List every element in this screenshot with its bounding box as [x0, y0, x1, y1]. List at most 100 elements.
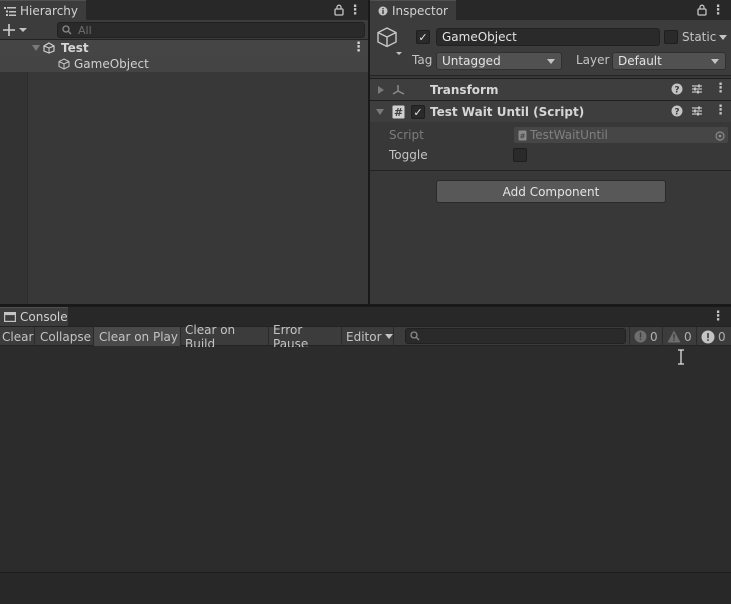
inspector-lock-icon[interactable] — [696, 3, 708, 17]
warning-count: 0 — [684, 329, 692, 344]
component-enabled-checkbox[interactable]: ✓ — [411, 105, 425, 119]
search-placeholder: All — [78, 23, 92, 37]
component-title: Transform — [430, 82, 499, 97]
list-icon — [4, 6, 16, 16]
console-search-input[interactable] — [405, 328, 626, 344]
tag-label: Tag — [412, 53, 433, 67]
script-object-field[interactable]: # TestWaitUntil — [513, 126, 729, 144]
help-icon[interactable]: ? — [671, 83, 683, 98]
hierarchy-search-input[interactable]: All — [57, 22, 365, 38]
hierarchy-item-label: GameObject — [74, 57, 149, 71]
static-checkbox[interactable] — [664, 30, 678, 44]
editor-dropdown[interactable]: Editor — [342, 327, 394, 346]
foldout-arrow-icon[interactable] — [378, 86, 384, 94]
hierarchy-gutter — [0, 40, 28, 304]
preset-sliders-icon[interactable] — [691, 105, 703, 120]
lock-icon[interactable] — [333, 3, 345, 17]
foldout-arrow-icon[interactable] — [376, 109, 384, 115]
warning-icon — [667, 330, 681, 343]
kebab-menu-icon[interactable]: ⋮ — [349, 2, 362, 18]
inspector-panel: Inspector ⋮ ✓ GameObject Static Tag Unta… — [370, 0, 731, 304]
tab-console[interactable]: Console — [0, 307, 68, 326]
collapse-button[interactable]: Collapse — [35, 327, 94, 346]
console-kebab-icon[interactable]: ⋮ — [712, 308, 725, 324]
create-plus-button[interactable] — [2, 22, 28, 38]
script-hash-icon: # — [392, 105, 405, 122]
script-label: Script — [389, 128, 424, 142]
component-divider — [370, 170, 731, 171]
hierarchy-tabbar: Hierarchy ⋮ — [0, 0, 368, 20]
tag-dropdown[interactable]: Untagged — [436, 52, 562, 70]
object-header: ✓ GameObject Static Tag Untagged Layer D… — [370, 20, 731, 76]
clear-on-play-button[interactable]: Clear on Play — [94, 327, 181, 346]
add-component-button[interactable]: Add Component — [436, 180, 666, 203]
inspector-kebab-icon[interactable]: ⋮ — [712, 2, 725, 18]
chevron-down-icon — [384, 334, 393, 339]
transform-icon — [392, 83, 406, 100]
tag-value: Untagged — [442, 54, 501, 68]
tab-hierarchy-label: Hierarchy — [20, 3, 79, 18]
error-icon — [701, 330, 715, 344]
log-count-toggle[interactable]: 0 — [629, 327, 662, 346]
component-title: Test Wait Until (Script) — [430, 104, 585, 119]
static-label: Static — [682, 30, 717, 44]
help-icon[interactable]: ? — [671, 105, 683, 120]
hierarchy-tree: Test ⋮ GameObject — [0, 40, 368, 304]
toggle-label: Toggle — [389, 148, 428, 162]
hierarchy-toolbar: All — [0, 20, 368, 40]
error-count: 0 — [718, 329, 726, 344]
svg-text:?: ? — [674, 85, 679, 95]
search-icon — [410, 331, 420, 341]
tab-hierarchy[interactable]: Hierarchy — [0, 0, 86, 20]
component-menu-icon[interactable]: ⋮ — [714, 82, 727, 95]
clear-on-build-button[interactable]: Clear on Build — [181, 323, 269, 351]
component-script-header[interactable]: # ✓ Test Wait Until (Script) ? ⋮ — [370, 100, 731, 122]
layer-value: Default — [618, 54, 662, 68]
editor-dropdown-label: Editor — [346, 329, 382, 344]
console-toolbar: Clear Collapse Clear on Play Clear on Bu… — [0, 323, 731, 351]
svg-text:?: ? — [674, 107, 679, 117]
warning-count-toggle[interactable]: 0 — [662, 327, 696, 346]
unity-scene-icon — [43, 42, 55, 57]
static-dropdown-arrow-icon — [719, 34, 728, 40]
script-value: TestWaitUntil — [530, 128, 608, 142]
console-panel: Console ⋮ Clear Collapse Clear on Play C… — [0, 307, 731, 604]
hierarchy-panel: Hierarchy ⋮ All Test ⋮ GameObject — [0, 0, 368, 304]
search-icon — [62, 25, 72, 35]
tab-inspector[interactable]: Inspector — [370, 0, 456, 20]
info-message-icon — [634, 330, 647, 343]
tab-inspector-label: Inspector — [392, 3, 448, 18]
error-pause-button[interactable]: Error Pause — [269, 323, 342, 351]
gameobject-large-icon[interactable] — [376, 26, 404, 59]
script-file-icon: # — [518, 130, 527, 141]
toggle-checkbox[interactable] — [513, 148, 527, 162]
scene-name: Test — [61, 41, 89, 55]
error-count-toggle[interactable]: 0 — [696, 327, 731, 346]
scene-row[interactable]: Test ⋮ — [0, 40, 368, 56]
console-tabbar: Console ⋮ — [0, 307, 731, 326]
foldout-arrow-icon[interactable] — [32, 45, 40, 51]
info-icon — [378, 6, 388, 16]
console-icon — [4, 312, 16, 322]
scene-menu-icon[interactable]: ⋮ — [352, 41, 365, 54]
layer-label: Layer — [576, 53, 610, 67]
svg-text:#: # — [394, 106, 403, 119]
object-name-value: GameObject — [442, 30, 517, 44]
component-transform-header[interactable]: Transform ? ⋮ — [370, 78, 731, 100]
object-picker-icon[interactable] — [715, 130, 725, 144]
tab-console-label: Console — [20, 310, 68, 324]
active-checkbox[interactable]: ✓ — [416, 30, 430, 44]
object-name-field[interactable]: GameObject — [436, 28, 660, 46]
static-dropdown[interactable]: Static — [682, 29, 728, 45]
text-cursor-icon — [677, 349, 685, 368]
console-log-area[interactable] — [0, 347, 731, 572]
component-menu-icon[interactable]: ⋮ — [714, 104, 727, 117]
svg-text:#: # — [520, 132, 526, 140]
gameobject-cube-icon — [58, 58, 70, 73]
log-count: 0 — [650, 329, 658, 344]
layer-dropdown[interactable]: Default — [612, 52, 726, 70]
clear-button[interactable]: Clear — [0, 327, 35, 346]
preset-sliders-icon[interactable] — [691, 83, 703, 98]
inspector-tabbar: Inspector ⋮ — [370, 0, 731, 20]
hierarchy-item-gameobject[interactable]: GameObject — [0, 56, 368, 72]
